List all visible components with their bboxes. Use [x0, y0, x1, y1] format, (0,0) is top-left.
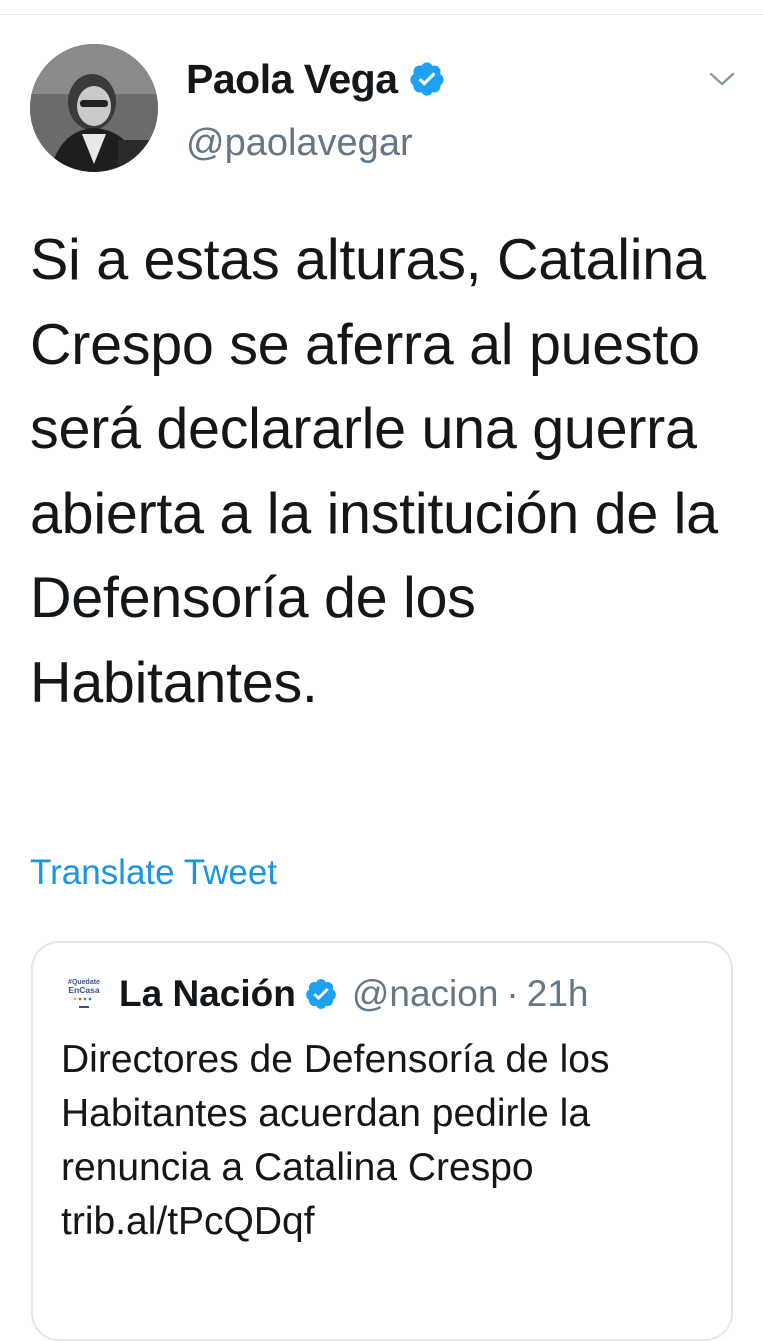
author-avatar[interactable] [30, 44, 158, 172]
quoted-author-avatar[interactable]: #Quedate EnCasa [61, 971, 107, 1017]
chevron-down-icon[interactable] [706, 66, 738, 92]
author-handle[interactable]: @paolavegar [186, 118, 413, 168]
verified-badge-icon [409, 62, 444, 96]
top-divider [0, 14, 763, 15]
logo-text-bottom: EnCasa [68, 985, 99, 995]
quoted-tweet-card[interactable]: #Quedate EnCasa La Nación @nacion · 21h … [31, 941, 733, 1341]
quoted-tweet-text: Directores de Defensoría de los Habitant… [61, 1038, 610, 1243]
author-display-name[interactable]: Paola Vega [186, 54, 446, 104]
quoted-verified-badge-icon [305, 979, 336, 1009]
author-name-text[interactable]: Paola Vega [186, 54, 398, 104]
quoted-separator: · [506, 973, 519, 1014]
quoted-author-handle[interactable]: @nacion [352, 973, 499, 1015]
profile-photo-icon [30, 44, 158, 172]
tweet-body-text: Si a estas alturas, Catalina Crespo se a… [30, 228, 718, 715]
quedate-en-casa-logo-icon: #Quedate EnCasa [61, 971, 107, 1017]
quoted-author-name[interactable]: La Nación [119, 973, 296, 1015]
translate-tweet-link[interactable]: Translate Tweet [30, 850, 277, 896]
quoted-timestamp[interactable]: 21h [527, 973, 589, 1015]
quoted-tweet-header: #Quedate EnCasa La Nación @nacion · 21h [61, 967, 588, 1021]
